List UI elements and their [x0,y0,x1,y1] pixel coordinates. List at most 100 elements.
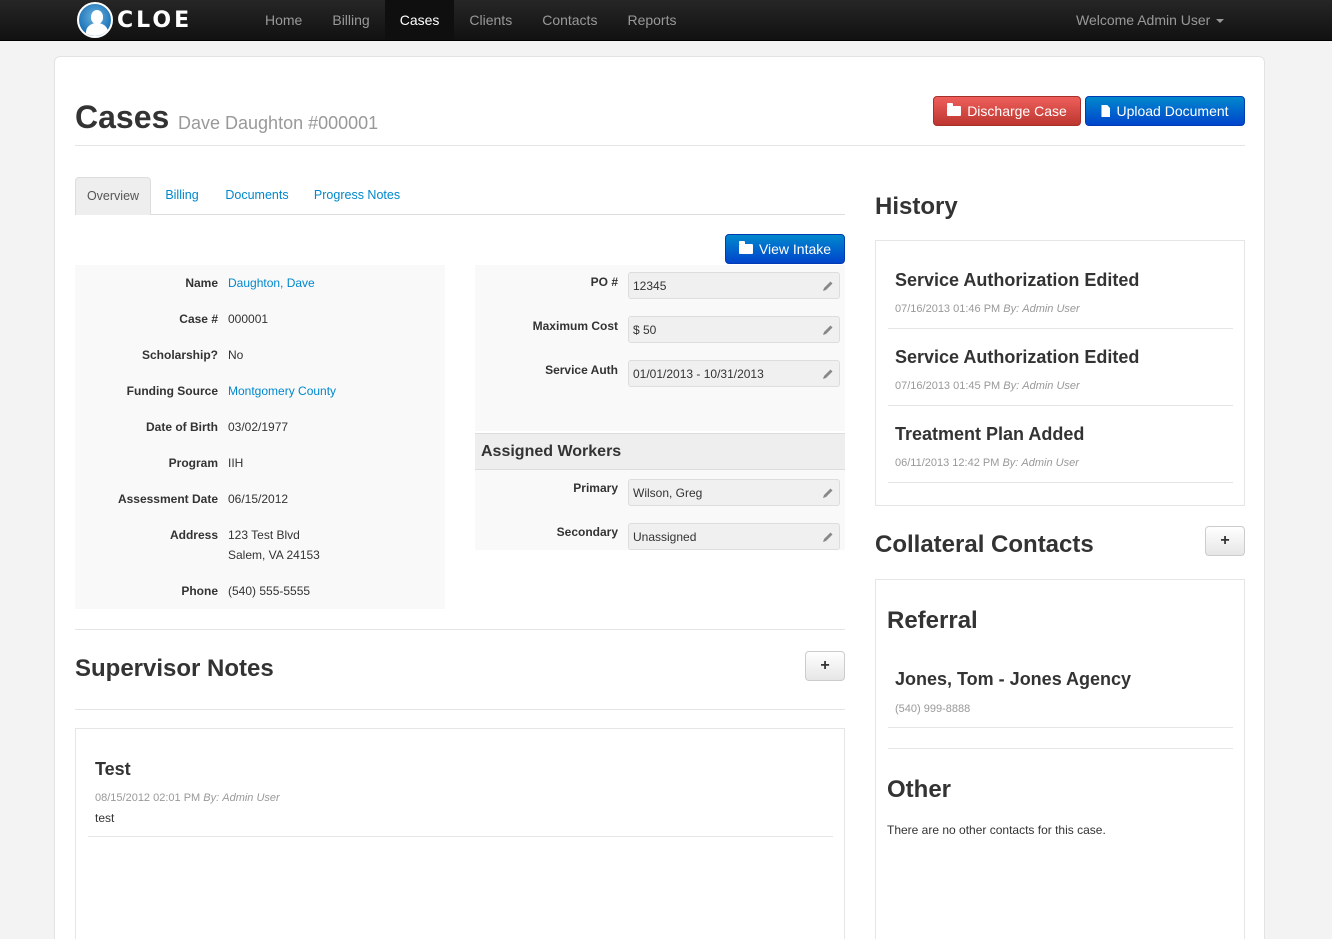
plus-icon: + [1220,532,1230,549]
discharge-case-button[interactable]: Discharge Case [933,96,1081,126]
history-divider [888,405,1233,406]
service-auth-field[interactable]: 01/01/2013 - 10/31/2013 [628,360,840,387]
file-icon [1101,105,1111,117]
history-item-date: 07/16/2013 01:45 PM [895,380,1001,392]
page-subtitle: Dave Daughton #000001 [178,113,379,133]
pencil-icon[interactable] [822,324,834,336]
user-menu-label: Welcome Admin User [1076,12,1211,28]
supervisor-notes-list: Test 08/15/2012 02:01 PM By: Admin User … [75,728,845,939]
user-menu[interactable]: Welcome Admin User [1076,0,1225,40]
address-line1: 123 Test Blvd [228,528,300,542]
phone-value: (540) 555-5555 [228,584,311,598]
top-navbar: CLOE Home Billing Cases Clients Contacts… [0,0,1332,41]
assigned-workers: Primary Wilson, Greg Secondary Unassigne… [475,470,845,550]
brand-logo[interactable]: CLOE [77,1,192,39]
assessment-value: 06/15/2012 [228,492,289,506]
secondary-worker-value: Unassigned [633,530,697,544]
secondary-worker-field[interactable]: Unassigned [628,523,840,550]
nav-home[interactable]: Home [250,0,317,40]
add-supervisor-note-button[interactable]: + [805,651,845,681]
pencil-icon[interactable] [822,368,834,380]
scholarship-value: No [228,348,244,362]
main-panel: Cases Dave Daughton #000001 Discharge Ca… [54,56,1265,939]
tab-progress-notes[interactable]: Progress Notes [307,177,407,215]
note-title: Test [95,759,131,779]
history-divider [888,482,1233,483]
history-item-meta: 07/16/2013 01:45 PM By: Admin User [895,380,1080,392]
tab-billing[interactable]: Billing [155,177,209,215]
logo-person-icon [77,2,113,38]
pencil-icon[interactable] [822,487,834,499]
nav-billing[interactable]: Billing [317,0,384,40]
referral-contact-phone: (540) 999-8888 [895,703,971,715]
note-date: 08/15/2012 02:01 PM [95,792,201,804]
history-list: Service Authorization Edited 07/16/2013 … [875,240,1245,506]
history-item-title: Service Authorization Edited [895,270,1140,290]
discharge-case-label: Discharge Case [967,103,1067,119]
history-item-author: Admin User [1021,457,1079,469]
note-by-label: By: [203,792,220,804]
referral-contact-name[interactable]: Jones, Tom - Jones Agency [895,669,1131,690]
nav-clients[interactable]: Clients [454,0,527,40]
page-title: Cases [75,99,170,135]
nav-contacts[interactable]: Contacts [527,0,612,40]
funding-source-link[interactable]: Montgomery County [228,384,336,398]
add-collateral-contact-button[interactable]: + [1205,526,1245,556]
note-meta: 08/15/2012 02:01 PM By: Admin User [95,792,280,804]
view-intake-button[interactable]: View Intake [725,234,845,264]
note-author: Admin User [222,792,280,804]
max-cost-label: Maximum Cost [532,319,618,333]
pencil-icon[interactable] [822,531,834,543]
other-divider [888,748,1233,749]
other-title: Other [887,776,952,803]
history-item-title: Treatment Plan Added [895,424,1085,444]
referral-title: Referral [887,607,978,634]
folder-open-icon [947,103,962,116]
max-cost-value: $ 50 [633,323,657,337]
assigned-workers-title: Assigned Workers [475,433,845,470]
assessment-label: Assessment Date [117,492,218,506]
collateral-contacts-list: Referral Jones, Tom - Jones Agency (540)… [875,579,1245,939]
client-name-link[interactable]: Daughton, Dave [228,276,315,290]
scholarship-label: Scholarship? [141,348,218,362]
po-value: 12345 [633,279,667,293]
address-label: Address [169,528,218,542]
name-label: Name [185,276,218,290]
history-title: History [875,193,958,220]
service-auth-value: 01/01/2013 - 10/31/2013 [633,367,764,381]
history-item-date: 06/11/2013 12:42 PM [895,457,1000,469]
dob-label: Date of Birth [146,420,218,434]
view-intake-label: View Intake [758,241,832,257]
notes-divider [75,629,845,630]
other-empty-text: There are no other contacts for this cas… [887,823,1106,837]
history-item-title: Service Authorization Edited [895,347,1140,367]
supervisor-notes-title: Supervisor Notes [75,655,274,682]
address-line2: Salem, VA 24153 [228,548,320,562]
upload-document-button[interactable]: Upload Document [1085,96,1245,126]
pencil-icon[interactable] [822,280,834,292]
referral-divider [888,727,1233,728]
history-item-meta: 07/16/2013 01:46 PM By: Admin User [895,303,1080,315]
folder-open-icon [738,241,753,254]
brand-name: CLOE [117,7,193,33]
dob-value: 03/02/1977 [228,420,289,434]
po-label: PO # [590,275,618,289]
history-item-date: 07/16/2013 01:46 PM [895,303,1001,315]
note-body: test [95,811,115,825]
nav-reports[interactable]: Reports [612,0,691,40]
case-label: Case # [179,312,218,326]
collateral-contacts-title: Collateral Contacts [875,531,1094,558]
history-item-author: Admin User [1022,380,1080,392]
case-tabs: Overview Billing Documents Progress Note… [75,177,845,215]
history-item-by-label: By: [1003,380,1020,392]
funding-label: Funding Source [126,384,218,398]
history-divider [888,328,1233,329]
nav-cases[interactable]: Cases [384,0,455,40]
history-item-by-label: By: [1002,457,1019,469]
max-cost-field[interactable]: $ 50 [628,316,840,343]
primary-worker-field[interactable]: Wilson, Greg [628,479,840,506]
secondary-label: Secondary [556,525,618,539]
tab-documents[interactable]: Documents [217,177,297,215]
po-field[interactable]: 12345 [628,272,840,299]
tab-overview[interactable]: Overview [75,177,151,215]
